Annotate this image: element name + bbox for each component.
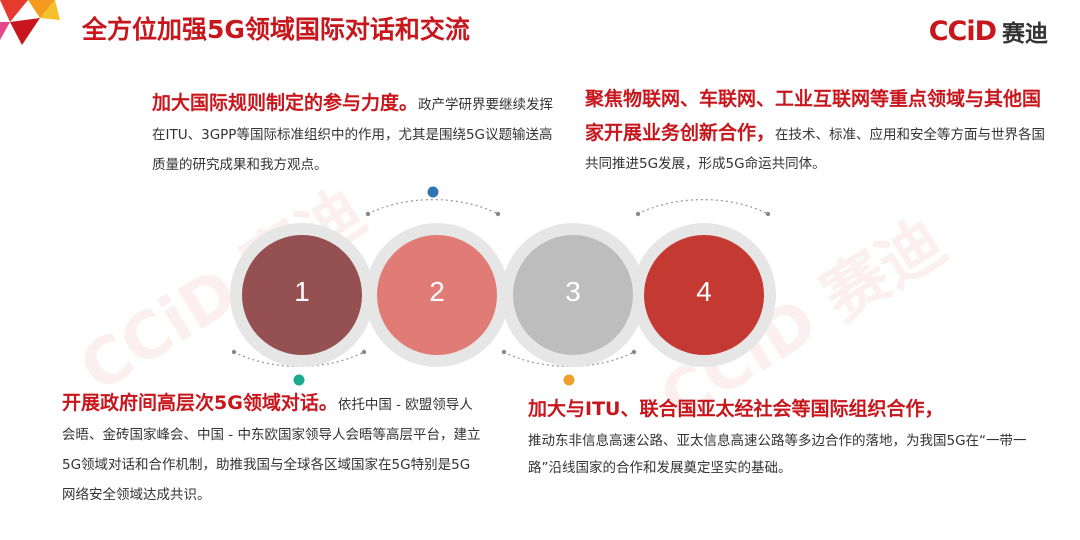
marker-dot <box>293 374 305 386</box>
block-1-lead: 加大国际规则制定的参与力度。 <box>152 92 419 114</box>
marker-dot <box>563 374 575 386</box>
block-4-body: 推动东非信息高速公路、亚太信息高速公路等多边合作的落地，为我国5G在“一带一路”… <box>528 433 1027 476</box>
text-block-4: 加大与ITU、联合国亚太经社会等国际组织合作， 推动东非信息高速公路、亚太信息高速… <box>528 394 1028 482</box>
circle-number-3: 3 <box>565 276 581 307</box>
marker-dot <box>427 186 439 198</box>
block-4-lead: 加大与ITU、联合国亚太经社会等国际组织合作， <box>528 398 944 420</box>
connector-arc <box>367 198 499 215</box>
circle-number-1: 1 <box>294 276 310 307</box>
connector-arc <box>637 198 769 215</box>
text-block-1: 加大国际规则制定的参与力度。政产学研界要继续发挥在ITU、3GPP等国际标准组织… <box>152 88 562 180</box>
block-3-lead: 开展政府间高层次5G领域对话。 <box>62 392 338 414</box>
circle-number-2: 2 <box>429 276 445 307</box>
text-block-2: 聚焦物联网、车联网、工业互联网等重点领域与其他国家开展业务创新合作，在技术、标准… <box>585 82 1045 178</box>
text-block-3: 开展政府间高层次5G领域对话。依托中国 - 欧盟领导人会晤、金砖国家峰会、中国 … <box>62 388 482 510</box>
circle-number-4: 4 <box>696 276 712 307</box>
